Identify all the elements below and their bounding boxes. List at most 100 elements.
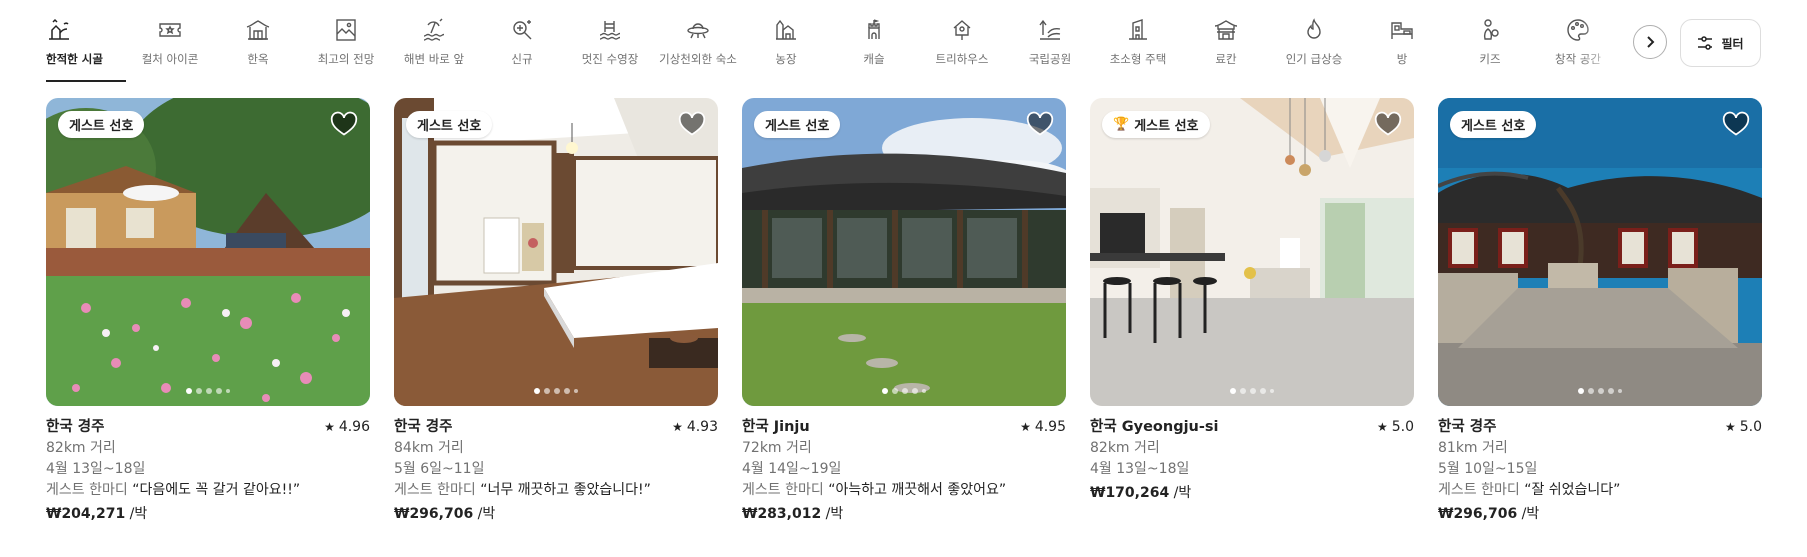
category-ryokan[interactable]: 료칸 <box>1182 0 1270 84</box>
heart-icon[interactable] <box>330 110 358 138</box>
heart-icon[interactable] <box>1722 110 1750 138</box>
listing-dates: 5월 10일~15일 <box>1438 461 1538 477</box>
listing-card[interactable]: 게스트 선호 한국 경주 ★ 5.0 81km 거리 5월 10일~15일 게스… <box>1438 98 1762 538</box>
category-label: 키즈 <box>1479 52 1501 66</box>
price-unit: /박 <box>1517 506 1540 522</box>
review-label: 게스트 한마디 <box>394 482 476 498</box>
category-omg[interactable]: 기상천외한 숙소 <box>654 0 742 84</box>
trending-flame-icon <box>1301 17 1327 43</box>
heart-icon[interactable] <box>1374 110 1402 138</box>
listing-info: 한국 Gyeongju-si ★ 5.0 82km 거리 4월 13일~18일 … <box>1090 417 1414 504</box>
listing-photo[interactable]: 게스트 선호 <box>46 98 370 406</box>
listing-info: 한국 경주 ★ 4.96 82km 거리 4월 13일~18일 게스트 한마디 … <box>46 417 370 525</box>
pool-icon <box>597 17 623 43</box>
listing-card[interactable]: 🏆 게스트 선호 한국 Gyeongju-si ★ 5.0 82km 거리 4월… <box>1090 98 1414 538</box>
review-label: 게스트 한마디 <box>1438 482 1520 498</box>
listing-card[interactable]: 게스트 선호 한국 경주 ★ 4.96 82km 거리 4월 13일~18일 게… <box>46 98 370 538</box>
listing-photo[interactable]: 🏆 게스트 선호 <box>1090 98 1414 406</box>
countryside-icon <box>46 17 72 43</box>
review-text: “다음에도 꼭 갈거 같아요!!” <box>132 482 301 498</box>
filter-button[interactable]: 필터 <box>1680 19 1761 67</box>
listing-price: ₩283,012 <box>742 506 822 522</box>
listing-distance: 84km 거리 <box>394 440 464 456</box>
category-pools[interactable]: 멋진 수영장 <box>566 0 654 84</box>
star-icon: ★ <box>1020 420 1031 434</box>
new-sparkle-icon <box>509 17 535 43</box>
category-best-view[interactable]: 최고의 전망 <box>302 0 390 84</box>
review-text: “너무 깨끗하고 좋았습니다!” <box>480 482 651 498</box>
badge-label: 게스트 선호 <box>765 119 830 134</box>
listing-price: ₩296,706 <box>1438 506 1518 522</box>
listing-grid: 게스트 선호 한국 경주 ★ 4.96 82km 거리 4월 13일~18일 게… <box>46 98 1762 538</box>
listing-distance: 81km 거리 <box>1438 440 1508 456</box>
listing-review: 게스트 한마디 “잘 쉬었습니다” <box>1438 480 1762 501</box>
listing-price-line: ₩283,012 /박 <box>742 504 1066 525</box>
category-new[interactable]: 신규 <box>478 0 566 84</box>
listing-price: ₩296,706 <box>394 506 474 522</box>
rating-value: 5.0 <box>1391 419 1414 435</box>
review-text: “잘 쉬었습니다” <box>1524 482 1621 498</box>
listing-photo[interactable]: 게스트 선호 <box>742 98 1066 406</box>
category-label: 한적한 시골 <box>46 52 103 66</box>
category-list: 한적한 시골 컬처 아이콘 한옥 최고의 전망 해변 바로 앞 신규 멋진 수영… <box>46 0 1636 84</box>
listing-review: 게스트 한마디 “너무 깨끗하고 좋았습니다!” <box>394 480 718 501</box>
listing-photo[interactable]: 게스트 선호 <box>1438 98 1762 406</box>
listing-image-cottage-garden <box>46 98 370 406</box>
hanok-icon <box>245 17 271 43</box>
category-label: 농장 <box>775 52 797 66</box>
category-hanok[interactable]: 한옥 <box>214 0 302 84</box>
trophy-icon: 🏆 <box>1113 117 1130 132</box>
badge-label: 게스트 선호 <box>417 119 482 134</box>
ticket-star-icon <box>157 17 183 43</box>
farm-icon <box>773 17 799 43</box>
category-national-parks[interactable]: 국립공원 <box>1006 0 1094 84</box>
listing-image-modern-interior <box>1090 98 1414 406</box>
price-unit: /박 <box>821 506 844 522</box>
listing-location: 한국 Jinju <box>742 419 810 435</box>
treehouse-icon <box>949 17 975 43</box>
category-label: 멋진 수영장 <box>581 52 639 66</box>
listing-distance: 72km 거리 <box>742 440 812 456</box>
listing-distance: 82km 거리 <box>1090 440 1160 456</box>
room-icon <box>1389 17 1415 43</box>
category-label: 초소형 주택 <box>1109 52 1167 66</box>
listing-card[interactable]: 게스트 선호 한국 Jinju ★ 4.95 72km 거리 4월 14일~19… <box>742 98 1066 538</box>
category-creative-spaces[interactable]: 창작 공간 <box>1534 0 1622 84</box>
heart-icon[interactable] <box>1026 110 1054 138</box>
listing-review: 게스트 한마디 “아늑하고 깨끗해서 좋았어요” <box>742 480 1066 501</box>
filter-label: 필터 <box>1721 36 1744 51</box>
category-rooms[interactable]: 방 <box>1358 0 1446 84</box>
category-beachfront[interactable]: 해변 바로 앞 <box>390 0 478 84</box>
creative-space-icon <box>1565 17 1591 43</box>
category-kids[interactable]: 키즈 <box>1446 0 1534 84</box>
category-castles[interactable]: 캐슬 <box>830 0 918 84</box>
category-tiny-homes[interactable]: 초소형 주택 <box>1094 0 1182 84</box>
category-farms[interactable]: 농장 <box>742 0 830 84</box>
category-label: 기상천외한 숙소 <box>659 52 737 66</box>
badge-label: 게스트 선호 <box>1134 119 1199 134</box>
listing-review: 게스트 한마디 “다음에도 꼭 갈거 같아요!!” <box>46 480 370 501</box>
listing-dates: 4월 14일~19일 <box>742 461 842 477</box>
category-culture-icons[interactable]: 컬처 아이콘 <box>126 0 214 84</box>
category-label: 최고의 전망 <box>317 52 375 66</box>
photo-pagination-dots <box>1438 388 1762 394</box>
category-treehouses[interactable]: 트리하우스 <box>918 0 1006 84</box>
price-unit: /박 <box>125 506 148 522</box>
category-trending[interactable]: 인기 급상승 <box>1270 0 1358 84</box>
listing-dates: 4월 13일~18일 <box>46 461 146 477</box>
heart-icon[interactable] <box>678 110 706 138</box>
rating-value: 4.95 <box>1034 419 1066 435</box>
category-label: 한옥 <box>247 52 269 66</box>
rating-value: 4.93 <box>686 419 718 435</box>
photo-pagination-dots <box>46 388 370 394</box>
scroll-next-button[interactable] <box>1633 25 1667 59</box>
listing-photo[interactable]: 게스트 선호 <box>394 98 718 406</box>
listing-location: 한국 경주 <box>46 419 105 435</box>
ufo-icon <box>685 17 711 43</box>
listing-price-line: ₩170,264 /박 <box>1090 483 1414 504</box>
listing-card[interactable]: 게스트 선호 한국 경주 ★ 4.93 84km 거리 5월 6일~11일 게스… <box>394 98 718 538</box>
tiny-home-icon <box>1125 17 1151 43</box>
rating-value: 5.0 <box>1739 419 1762 435</box>
category-countryside[interactable]: 한적한 시골 <box>46 0 126 84</box>
listing-price-line: ₩296,706 /박 <box>394 504 718 525</box>
